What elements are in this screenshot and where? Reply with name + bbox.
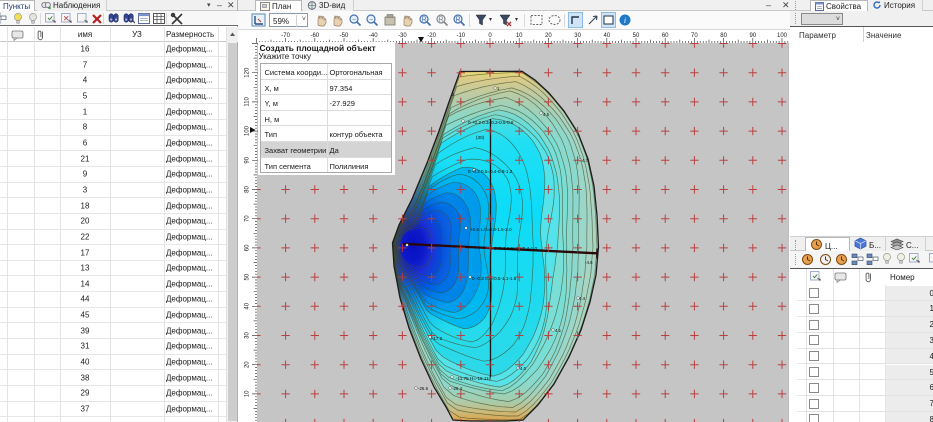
svg-text:-20: -20 (427, 33, 436, 39)
svg-text:40: 40 (603, 33, 610, 39)
svg-text:4.1: 4.1 (555, 328, 562, 333)
svg-text:−: − (369, 16, 373, 23)
svg-text:90: 90 (749, 33, 756, 39)
svg-text:120: 120 (245, 67, 251, 78)
svg-text:-50: -50 (340, 33, 349, 39)
svg-text:i: i (624, 16, 626, 25)
svg-text:30: 30 (574, 33, 581, 39)
svg-text:10: 10 (516, 33, 523, 39)
svg-text:10: 10 (245, 390, 251, 397)
svg-text:50: 50 (245, 273, 251, 280)
svg-text:80: 80 (245, 186, 251, 193)
svg-text:20: 20 (545, 33, 552, 39)
svg-text:0 +0.2 0.3=0.2-0.5-0.6: 0 +0.2 0.3=0.2-0.5-0.6 (468, 120, 514, 125)
svg-text:-26.6: -26.6 (418, 386, 429, 391)
svg-text:80: 80 (720, 33, 727, 39)
svg-text:-60: -60 (310, 33, 319, 39)
svg-text:60: 60 (245, 244, 251, 251)
svg-text:0 -0.2 0.5=0.4-0.8-1.2: 0 -0.2 0.5=0.4-0.8-1.2 (468, 169, 513, 174)
svg-text:-30: -30 (398, 33, 407, 39)
svg-text:-70: -70 (281, 33, 290, 39)
svg-text:100: 100 (245, 125, 251, 136)
svg-text:-10: -10 (456, 33, 465, 39)
svg-text:20: 20 (245, 361, 251, 368)
svg-text:30: 30 (245, 332, 251, 339)
svg-text:-40: -40 (369, 33, 378, 39)
svg-text:4.5: 4.5 (543, 112, 550, 117)
svg-text:(30): (30) (476, 135, 485, 140)
svg-text:4.0: 4.0 (520, 366, 527, 371)
svg-text:90: 90 (245, 156, 251, 163)
svg-text:70: 70 (245, 215, 251, 222)
svg-text:-11.75 H=-16.110: -11.75 H=-16.110 (456, 376, 492, 381)
svg-text:R: R (421, 16, 426, 23)
svg-text:40: 40 (245, 302, 251, 309)
svg-text:0 -0.3 0.8=0.5-1.1-1.6: 0 -0.3 0.8=0.5-1.1-1.6 (472, 276, 517, 281)
svg-text:-4.6: -4.6 (585, 260, 593, 265)
svg-text:100: 100 (777, 33, 788, 39)
svg-text:240.2-240.6=-0.4-1.0: 240.2-240.6=-0.4-1.0 (494, 246, 537, 251)
svg-text:4.7: 4.7 (582, 158, 589, 163)
svg-text:-17.2: -17.2 (432, 336, 443, 341)
svg-text:4.4: 4.4 (579, 296, 586, 301)
svg-text:0: 0 (488, 33, 492, 39)
svg-text:50: 50 (633, 33, 640, 39)
svg-text:70: 70 (691, 33, 698, 39)
svg-text:110: 110 (245, 96, 251, 106)
svg-text:60: 60 (662, 33, 669, 39)
svg-text:−: − (352, 16, 356, 23)
svg-text:R: R (438, 16, 443, 23)
svg-text:+0.5 1.0=0.8-1.5-2.0: +0.5 1.0=0.8-1.5-2.0 (470, 227, 512, 232)
svg-text:R: R (455, 16, 460, 23)
